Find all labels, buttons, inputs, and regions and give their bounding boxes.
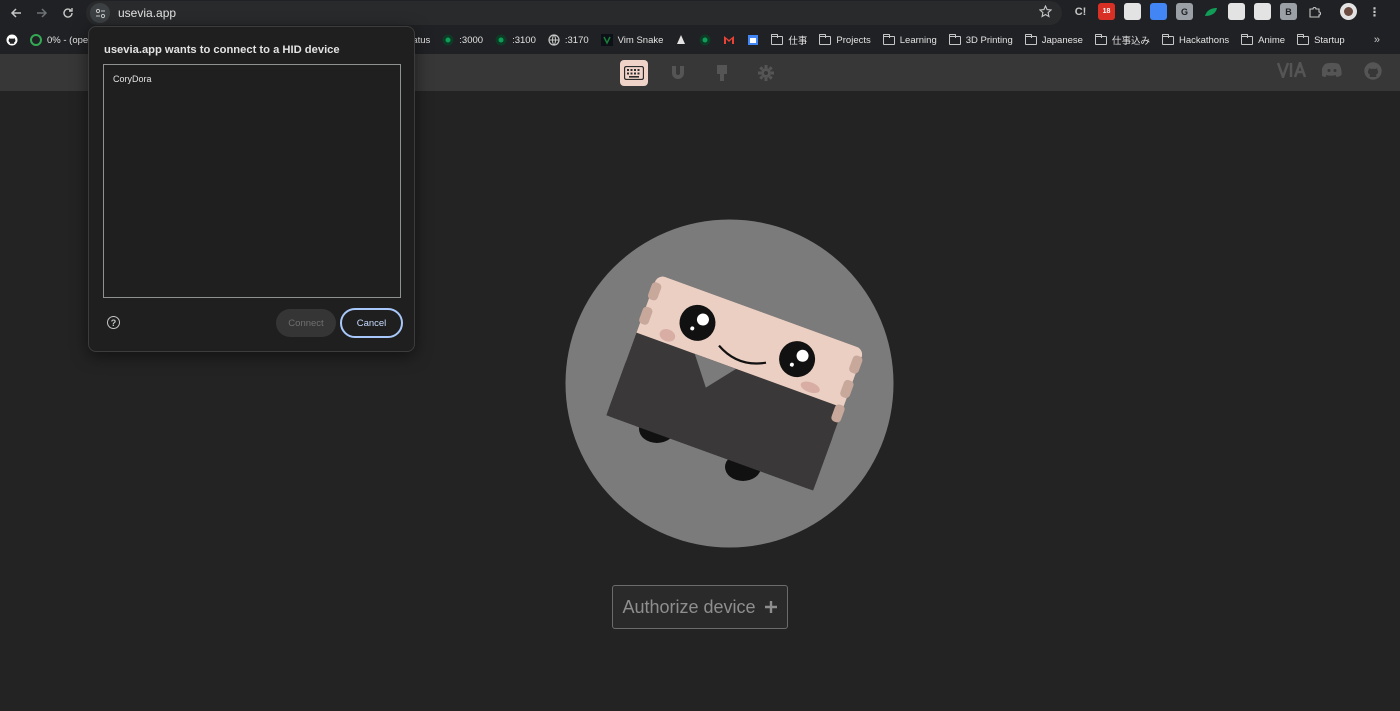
bookmark-label: Japanese — [1041, 34, 1083, 46]
settings-tab[interactable] — [752, 60, 780, 86]
folder-icon — [948, 33, 961, 45]
forward-arrow-icon — [37, 8, 48, 18]
dev-icon — [495, 34, 507, 46]
dev-icon — [699, 34, 711, 46]
url-text[interactable]: usevia.app — [118, 6, 176, 20]
extension-leaf-icon[interactable] — [1202, 3, 1219, 20]
bookmark-label: 仕事込み — [1111, 36, 1150, 47]
bookmark-label: 0% - (oper — [47, 34, 92, 46]
folder-icon — [1094, 33, 1107, 45]
bookmark-folder-3d-printing[interactable]: 3D Printing — [948, 33, 1013, 46]
folder-icon — [1297, 33, 1310, 45]
device-list[interactable]: CoryDora — [103, 64, 401, 298]
bookmark-star-icon[interactable] — [1038, 4, 1053, 23]
site-info-button[interactable] — [90, 3, 110, 23]
bookmark-3170[interactable]: :3170 — [548, 34, 589, 46]
magnet-icon — [672, 66, 684, 79]
bookmark-label: Hackathons — [1178, 34, 1230, 46]
bookmark-label: :3100 — [512, 34, 536, 46]
github-icon — [6, 34, 18, 46]
menu-kebab-icon[interactable]: ⋮ — [1366, 3, 1383, 20]
cancel-button[interactable]: Cancel — [340, 308, 403, 338]
extension-b-icon[interactable]: B — [1280, 3, 1297, 20]
reload-button[interactable] — [55, 1, 81, 25]
connect-button[interactable]: Connect — [276, 309, 336, 337]
extension-shield-icon[interactable] — [1150, 3, 1167, 20]
bookmark-label: Startup — [1314, 34, 1345, 46]
forward-button[interactable] — [29, 1, 55, 25]
bookmark-folder-japanese[interactable]: Japanese — [1024, 33, 1083, 46]
bookmark-label: Learning — [899, 34, 937, 46]
bookmark-label: 3D Printing — [965, 34, 1013, 46]
bookmark-github[interactable] — [6, 34, 18, 46]
dialog-title: usevia.app wants to connect to a HID dev… — [104, 44, 340, 56]
progress-icon — [30, 34, 42, 46]
bookmark-sail[interactable] — [675, 34, 687, 46]
bookmark-vim-snake[interactable]: Vim Snake — [600, 34, 664, 46]
plus-icon — [764, 601, 777, 613]
help-icon[interactable]: ? — [107, 316, 120, 329]
bookmark-folder-shigoto[interactable]: 仕事 — [771, 33, 807, 47]
extension-g-icon[interactable]: G — [1176, 3, 1193, 20]
bookmark-dev[interactable] — [699, 34, 711, 46]
folder-icon — [1241, 33, 1254, 45]
bookmark-progress[interactable]: 0% - (oper — [30, 34, 91, 46]
bookmark-folder-startup[interactable]: Startup — [1297, 33, 1345, 46]
bookmark-3000[interactable]: :3000 — [442, 34, 483, 46]
keyboard-icon — [624, 66, 644, 80]
dev-icon — [442, 34, 454, 46]
bookmark-label: :3000 — [459, 34, 484, 46]
bookmark-folder-projects[interactable]: Projects — [819, 33, 871, 46]
reload-icon — [63, 8, 73, 18]
profile-avatar[interactable] — [1340, 3, 1357, 20]
via-logo[interactable] — [1276, 59, 1307, 83]
extension-page-icon[interactable] — [1228, 3, 1245, 20]
github-link-icon[interactable] — [1364, 62, 1382, 85]
back-arrow-icon — [10, 8, 21, 18]
authorize-device-button[interactable]: Authorize device — [612, 585, 788, 629]
key-tester-tab[interactable] — [664, 60, 692, 86]
folder-icon — [1161, 33, 1174, 45]
back-button[interactable] — [3, 1, 29, 25]
vim-icon — [600, 34, 613, 46]
folder-icon — [771, 33, 784, 45]
address-bar[interactable]: usevia.app — [86, 1, 1062, 25]
bookmark-folder-anime[interactable]: Anime — [1241, 33, 1286, 46]
authorize-label: Authorize device — [622, 596, 756, 617]
bookmark-label: Vim Snake — [617, 34, 664, 46]
extension-badge-icon[interactable]: 18 — [1098, 3, 1115, 20]
paint-brush-icon — [717, 65, 727, 81]
bookmark-3100[interactable]: :3100 — [495, 34, 536, 46]
gmail-icon — [723, 34, 735, 46]
folder-icon — [819, 33, 832, 45]
bookmark-label: :3170 — [564, 34, 589, 46]
extension-pen-icon[interactable] — [1254, 3, 1271, 20]
bookmark-label: 仕事 — [788, 36, 808, 47]
extensions-puzzle-icon[interactable] — [1306, 3, 1323, 20]
tune-icon — [95, 8, 105, 18]
globe-icon — [548, 34, 560, 46]
bookmark-gmail[interactable] — [723, 34, 735, 46]
folder-icon — [1024, 33, 1037, 45]
bookmark-label: Anime — [1258, 34, 1286, 46]
hid-permission-dialog: usevia.app wants to connect to a HID dev… — [88, 26, 415, 352]
bookmark-folder-hackathons[interactable]: Hackathons — [1161, 33, 1230, 46]
design-tab[interactable] — [708, 60, 736, 86]
calendar-icon — [747, 34, 759, 46]
keyboard-mascot-illustration — [565, 219, 894, 548]
bookmark-folder-learning[interactable]: Learning — [882, 33, 937, 46]
more-bookmarks-chevron-icon[interactable]: » — [1374, 34, 1380, 46]
discord-icon[interactable] — [1320, 62, 1342, 83]
bookmark-folder-shigotokomi[interactable]: 仕事込み — [1094, 33, 1150, 47]
folder-icon — [882, 33, 895, 45]
device-list-item[interactable]: CoryDora — [113, 74, 152, 84]
configure-tab[interactable] — [620, 60, 648, 86]
extension-screen-icon[interactable] — [1124, 3, 1141, 20]
bookmark-calendar[interactable] — [747, 34, 759, 46]
extensions-bar: C! 18 G B ⋮ — [1072, 3, 1383, 20]
extension-c-icon[interactable]: C! — [1072, 3, 1089, 20]
gear-icon — [758, 65, 774, 81]
sail-icon — [675, 34, 687, 46]
bookmark-label: Projects — [836, 34, 871, 46]
